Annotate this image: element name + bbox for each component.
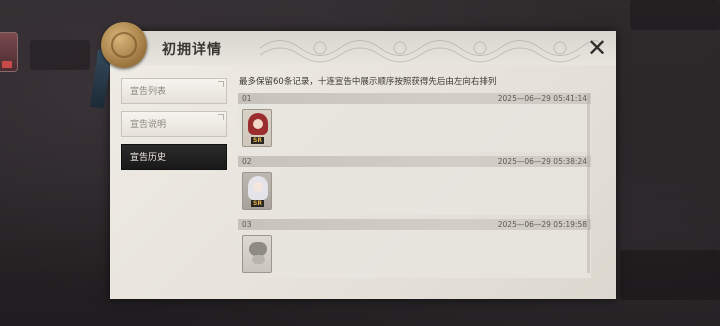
panel-header: 初拥详情: [110, 31, 616, 65]
background-panel: [630, 0, 720, 30]
character-portrait[interactable]: [242, 235, 272, 273]
corner-mark-icon: [218, 114, 224, 120]
record-header: 01 2025—06—29 05:41:14: [238, 93, 591, 104]
record-index: 02: [242, 157, 252, 166]
history-record: 02 2025—06—29 05:38:24 SR: [238, 156, 591, 215]
record-header: 03 2025—06—29 05:19:58: [238, 219, 591, 230]
record-timestamp: 2025—06—29 05:19:58: [497, 220, 587, 229]
tab-label: 宣告说明: [130, 120, 167, 130]
record-index: 03: [242, 220, 252, 229]
tab-announcement-info[interactable]: 宣告说明: [121, 111, 227, 137]
side-character-avatar: [0, 32, 18, 72]
record-timestamp: 2025—06—29 05:38:24: [497, 157, 587, 166]
close-button[interactable]: ✕: [585, 34, 609, 62]
scrollbar[interactable]: [587, 93, 590, 273]
character-portrait[interactable]: SR: [242, 172, 272, 210]
rarity-badge: SR: [251, 200, 264, 207]
tab-label: 宣告列表: [130, 87, 167, 97]
record-body: [238, 230, 591, 278]
rarity-badge: SR: [251, 137, 264, 144]
history-record: 01 2025—06—29 05:41:14 SR: [238, 93, 591, 152]
close-x-icon: ✕: [586, 34, 608, 62]
record-timestamp: 2025—06—29 05:41:14: [497, 94, 587, 103]
record-body: SR: [238, 104, 591, 152]
panel-title: 初拥详情: [162, 42, 222, 58]
record-body: SR: [238, 167, 591, 215]
history-notice: 最多保留60条记录，十连宣告中展示顺序按照获得先后由左向右排列: [239, 77, 497, 87]
record-header: 02 2025—06—29 05:38:24: [238, 156, 591, 167]
record-index: 01: [242, 94, 252, 103]
corner-mark-icon: [218, 81, 224, 87]
background-panel: [30, 40, 90, 70]
wax-seal-icon: [101, 22, 147, 68]
character-portrait[interactable]: SR: [242, 109, 272, 147]
header-ornament: [260, 40, 600, 63]
tab-announcement-list[interactable]: 宣告列表: [121, 78, 227, 104]
background-panel: [620, 250, 720, 300]
tab-announcement-history[interactable]: 宣告历史: [121, 144, 227, 170]
history-record: 03 2025—06—29 05:19:58: [238, 219, 591, 278]
tab-label: 宣告历史: [130, 153, 167, 163]
